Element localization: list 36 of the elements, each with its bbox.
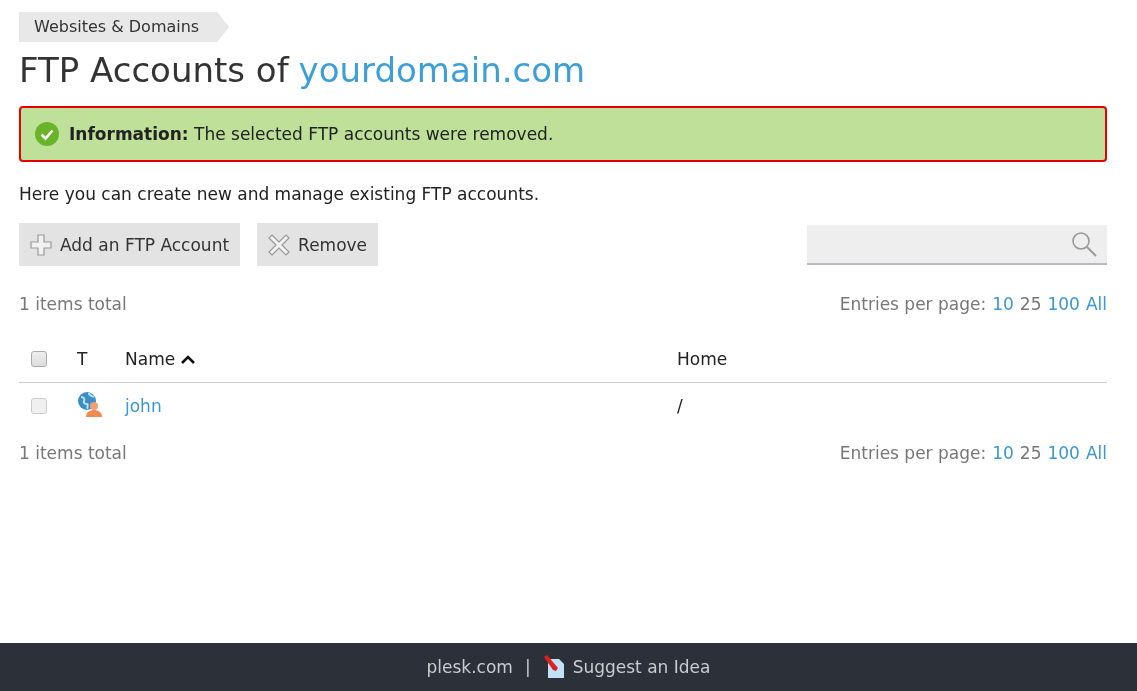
plus-icon [30,233,52,256]
page-title: FTP Accounts of [19,50,289,90]
footer-link[interactable]: Suggest an Idea [542,655,711,679]
note-pencil-icon [542,655,567,679]
select-all-checkbox[interactable] [31,351,47,367]
cross-icon [268,233,291,256]
items-total: 1 items total [19,443,127,463]
column-header[interactable]: Home [677,349,728,369]
page-size-link[interactable]: 10 [992,294,1014,314]
column-header[interactable]: Name [125,349,176,369]
description-text: Here you can create new and manage existing FTP accounts. [19,184,541,204]
items-total: 1 items total [19,294,127,314]
domain-link[interactable]: yourdomain.com [298,50,586,90]
account-name-link[interactable]: john [125,396,162,416]
page-size-link[interactable]: 100 [1047,443,1080,463]
footer-link[interactable]: plesk.com [426,657,513,677]
page-size-link[interactable]: 100 [1047,294,1080,314]
separator: | [524,657,531,677]
entries-per-page-label: Entries per page: [839,443,987,463]
page-size-link[interactable]: 10 [992,443,1014,463]
message-text: Information: The selected FTP accounts were removed. [69,124,554,144]
breadcrumb-link[interactable]: Websites & Domains [19,12,230,42]
remove-button[interactable]: Remove [257,223,379,266]
page-size-link[interactable]: 25 [1019,443,1042,463]
check-circle-icon [35,122,59,146]
search-field[interactable] [807,224,1107,265]
add-button[interactable]: Add an FTP Account [19,223,241,266]
page-size-link[interactable]: 25 [1019,294,1042,314]
globe-user-icon [77,391,103,417]
home-cell-text: / [677,396,684,416]
page-size-link[interactable]: All [1085,294,1107,314]
entries-per-page-label: Entries per page: [839,294,987,314]
column-header[interactable]: T [77,349,88,369]
row-checkbox[interactable] [31,398,47,414]
search-icon [1071,230,1097,257]
page-size-link[interactable]: All [1085,443,1107,463]
